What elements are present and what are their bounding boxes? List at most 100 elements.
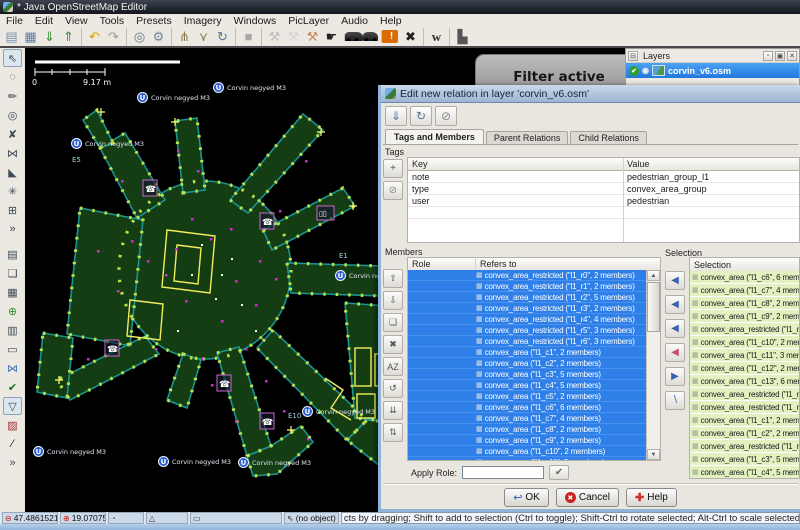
split-way-icon[interactable]: ⋔: [171, 28, 194, 46]
selection-row[interactable]: ▦ convex_area_restricted ("l1_r4", 4 mem…: [690, 323, 799, 336]
selection-column-header[interactable]: Selection: [690, 260, 731, 270]
selection-row[interactable]: ▦ convex_area ("l1_c11", 3 members): [690, 349, 799, 362]
extrude-tool-icon[interactable]: ⊞: [3, 201, 22, 219]
add-selection-at-top-icon[interactable]: ◀: [665, 295, 685, 314]
metro-station-marker[interactable]: U Corvin negyed M3: [302, 406, 375, 417]
dialog-tab[interactable]: Tags and Members: [385, 129, 484, 144]
tag-key[interactable]: type: [408, 184, 623, 194]
replace-members-with-selection-icon[interactable]: ◀: [665, 271, 685, 290]
menu-item[interactable]: View: [59, 15, 94, 27]
key-column-header[interactable]: Key: [408, 159, 623, 169]
refresh-relation-icon[interactable]: ↻: [410, 106, 432, 126]
layer-row[interactable]: ✔ ◉ corvin_v6.osm: [626, 63, 799, 78]
scroll-down-icon[interactable]: ▼: [647, 449, 660, 460]
member-row[interactable]: ▦ convex_area_restricted ("l1_r5", 3 mem…: [408, 325, 647, 336]
member-row[interactable]: ▦ convex_area_restricted ("l1_r1", 2 mem…: [408, 281, 647, 292]
more-tools-chevron[interactable]: »: [3, 220, 22, 238]
apply-role-input[interactable]: [462, 466, 544, 479]
changeset-dialog-icon[interactable]: ▨: [3, 416, 22, 434]
search-icon[interactable]: ◎: [126, 28, 149, 46]
validator-icon[interactable]: ✔: [3, 378, 22, 396]
tags-table[interactable]: Key Value note pedestrian_group_l1 type …: [407, 157, 800, 243]
wiki-icon[interactable]: w: [423, 28, 446, 46]
measurement-dialog-icon[interactable]: ∕: [3, 435, 22, 453]
ok-button[interactable]: ↩ OK: [504, 488, 549, 507]
save-icon[interactable]: ▦: [21, 28, 40, 46]
zoom-tool-icon[interactable]: ◎: [3, 106, 22, 124]
preferences-icon[interactable]: ⚙: [149, 28, 168, 46]
member-row[interactable]: ▦ convex_area ("l1_c6", 6 members): [408, 402, 647, 413]
hammer-icon[interactable]: ⚒: [303, 28, 322, 46]
member-row[interactable]: ▦ convex_area ("l1_c7", 4 members): [408, 413, 647, 424]
imagery-icon[interactable]: ■: [235, 28, 258, 46]
member-row[interactable]: ▦ convex_area ("l1_c5", 2 members): [408, 391, 647, 402]
combine-way-icon[interactable]: ⋎: [194, 28, 213, 46]
add-relation-icon[interactable]: ⊕: [3, 302, 22, 320]
selection-row[interactable]: ▦ convex_area ("l1_c3", 5 members): [690, 453, 799, 466]
wrench-icon[interactable]: ⚒: [261, 28, 284, 46]
member-row[interactable]: ▦ convex_area_restricted ("l1_r2", 5 mem…: [408, 292, 647, 303]
download-incomplete-members-icon[interactable]: ⇅: [383, 423, 403, 442]
cancel-button[interactable]: ✖ Cancel: [556, 488, 619, 507]
value-column-header[interactable]: Value: [623, 159, 799, 169]
selection-row[interactable]: ▦ convex_area ("l1_c12", 2 members): [690, 362, 799, 375]
help-button[interactable]: ✚ Help: [626, 488, 677, 507]
member-row[interactable]: ▦ convex_area_restricted ("l1_r4", 4 mem…: [408, 314, 647, 325]
add-selection-at-bottom-icon[interactable]: ◀: [665, 319, 685, 338]
menu-item[interactable]: Edit: [29, 15, 59, 27]
selection-row[interactable]: ▦ convex_area_restricted ("l1_r0", 2 mem…: [690, 440, 799, 453]
edit-member-icon[interactable]: ❏: [383, 313, 403, 332]
delete-tag-icon[interactable]: ⊘: [383, 181, 403, 200]
metro-station-marker[interactable]: U Corvin negyed M3: [158, 456, 231, 467]
member-row[interactable]: ▦ convex_area ("l1_c9", 2 members): [408, 435, 647, 446]
delete-relation-icon[interactable]: ⊘: [435, 106, 457, 126]
menu-item[interactable]: Audio: [335, 15, 374, 27]
metro-station-marker[interactable]: U Corvin negyed M3: [238, 457, 311, 468]
refers-to-column-header[interactable]: Refers to: [476, 259, 517, 269]
remove-selection-from-members-icon[interactable]: ◀: [665, 343, 685, 362]
member-row[interactable]: ▦ convex_area ("l1_c4", 5 members): [408, 380, 647, 391]
selection-row[interactable]: ▦ convex_area ("l1_c13", 6 members): [690, 375, 799, 388]
selection-row[interactable]: ▦ convex_area ("l1_c6", 6 members): [690, 271, 799, 284]
member-row[interactable]: ▦ convex_area_restricted ("l1_r3", 2 mem…: [408, 303, 647, 314]
selection-row[interactable]: ▦ convex_area ("l1_c4", 5 members): [690, 466, 799, 478]
sort-members-icon[interactable]: AZ: [383, 357, 403, 376]
scrollbar-thumb[interactable]: [647, 282, 660, 332]
member-row[interactable]: ▦ convex_area ("l1_c2", 2 members): [408, 358, 647, 369]
pointer-hand-icon[interactable]: ☛: [322, 28, 341, 46]
menu-item[interactable]: PicLayer: [282, 15, 335, 27]
upload-icon[interactable]: ⇑: [59, 28, 78, 46]
download-icon[interactable]: ⇓: [40, 28, 59, 46]
selection-row[interactable]: ▦ convex_area ("l1_c10", 2 members): [690, 336, 799, 349]
tag-row[interactable]: note pedestrian_group_l1: [408, 171, 799, 183]
layers-dialog-icon[interactable]: ▤: [3, 245, 22, 263]
member-row[interactable]: ▦ convex_area ("l1_c11", 3 members): [408, 457, 647, 460]
deselect-members-icon[interactable]: ∖: [665, 391, 685, 410]
selection-row[interactable]: ▦ convex_area ("l1_c2", 2 members): [690, 427, 799, 440]
tag-value[interactable]: pedestrian_group_l1: [623, 172, 799, 182]
menu-item[interactable]: Help: [374, 15, 408, 27]
download-members-icon[interactable]: ⇊: [383, 401, 403, 420]
tag-row[interactable]: user pedestrian: [408, 195, 799, 207]
paste-tags-tool-icon[interactable]: ⋈: [3, 144, 22, 162]
tag-value[interactable]: convex_area_group: [623, 184, 799, 194]
apply-updates-icon[interactable]: ⇓: [385, 106, 407, 126]
sticky-panel-icon[interactable]: ▫: [763, 51, 773, 61]
update-data-icon[interactable]: ↻: [213, 28, 232, 46]
close-icon[interactable]: ✖: [401, 28, 420, 46]
scroll-up-icon[interactable]: ▲: [647, 270, 660, 281]
move-member-up-icon[interactable]: ⇧: [383, 269, 403, 288]
tag-value[interactable]: pedestrian: [623, 196, 799, 206]
tags-dialog-icon[interactable]: ❏: [3, 264, 22, 282]
member-row[interactable]: ▦ convex_area ("l1_c3", 5 members): [408, 369, 647, 380]
selection-dialog-icon[interactable]: ▥: [3, 321, 22, 339]
close-panel-icon[interactable]: ✕: [787, 51, 797, 61]
selection-row[interactable]: ▦ convex_area ("l1_c9", 2 members): [690, 310, 799, 323]
move-member-down-icon[interactable]: ⇩: [383, 291, 403, 310]
filter-dialog-icon[interactable]: ▽: [3, 397, 22, 415]
dialog-tab[interactable]: Parent Relations: [486, 131, 569, 144]
member-row[interactable]: ▦ convex_area ("l1_c10", 2 members): [408, 446, 647, 457]
lasso-tool-icon[interactable]: ◌: [3, 68, 22, 86]
member-row[interactable]: ▦ convex_area ("l1_c1", 2 members): [408, 347, 647, 358]
menu-item[interactable]: Windows: [228, 15, 283, 27]
